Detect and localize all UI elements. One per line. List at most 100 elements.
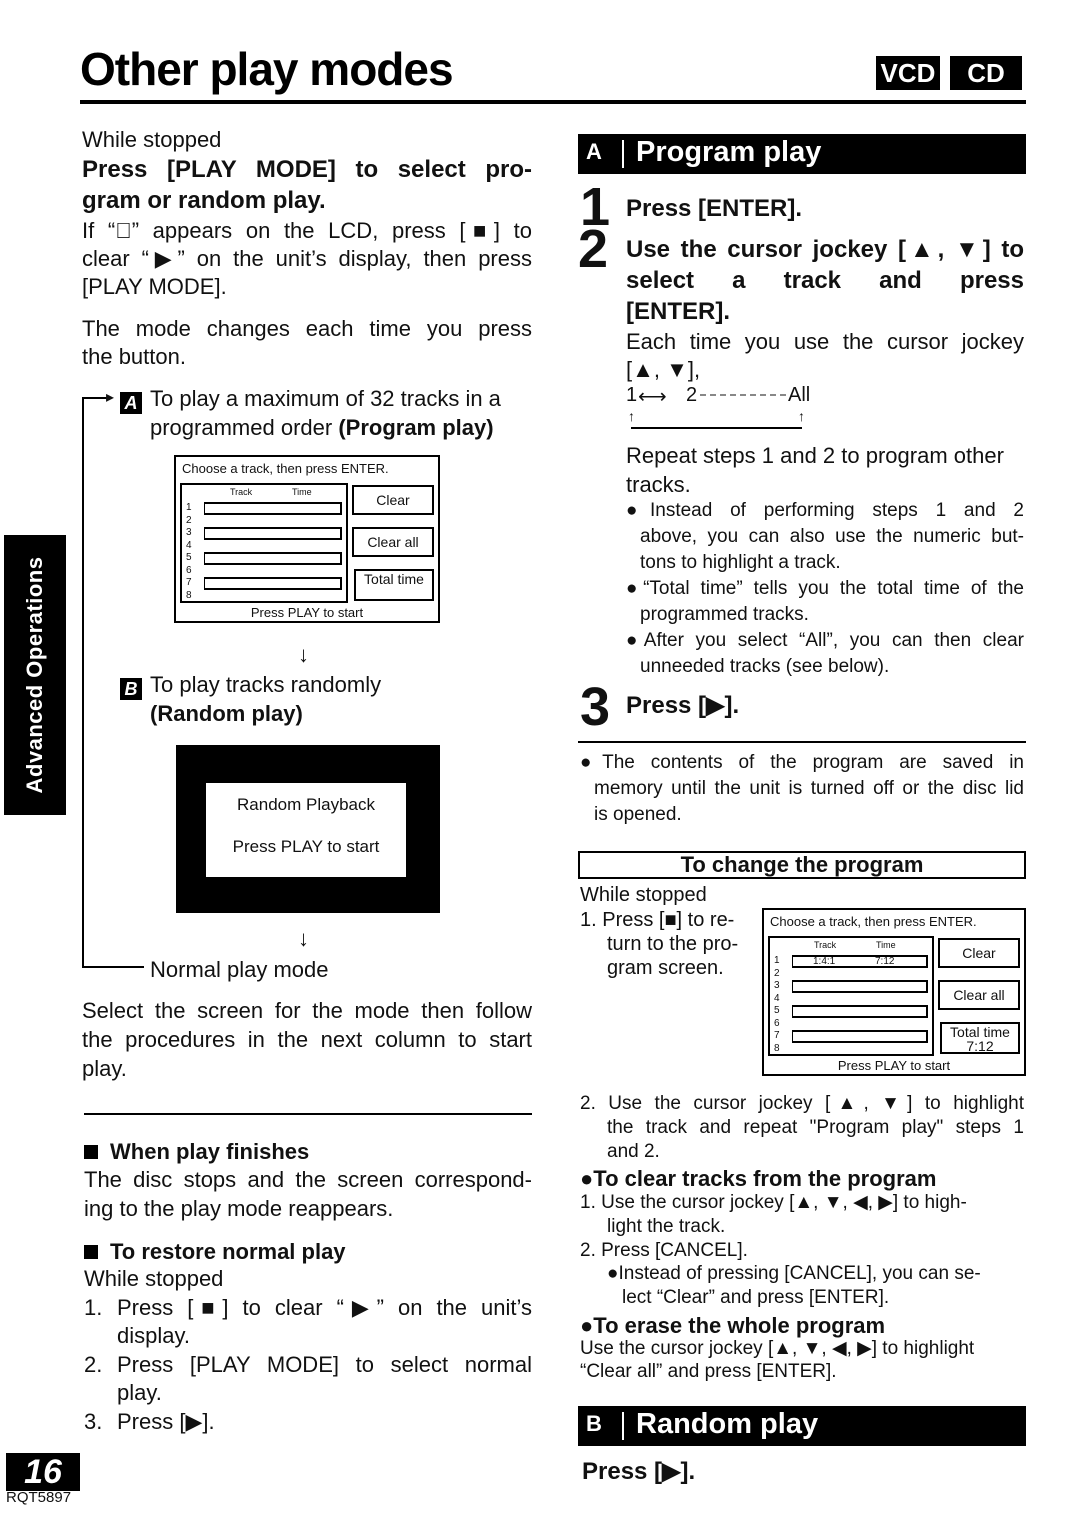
step-3-text: Press [▶].: [626, 692, 740, 719]
saved-line3: is opened.: [594, 804, 682, 825]
bullet-3-line1: ●After you select “All”, you can then cl…: [626, 630, 1024, 651]
change-step2-line1: 2. Use the cursor jockey [▲, ▼] to highl…: [580, 1093, 1024, 1114]
bullet-2-line1: ●“Total time” tells you the total time o…: [626, 578, 1024, 599]
program-track-list: Track Time 12345678: [180, 483, 348, 603]
erase-program-line2: “Clear all” and press [ENTER].: [580, 1361, 837, 1382]
arrow-down-1: ↓: [298, 642, 309, 667]
change-program-screen-diagram: Choose a track, then press ENTER. Track …: [762, 908, 1026, 1076]
track-slot[interactable]: [204, 552, 342, 565]
change-screen-header: Choose a track, then press ENTER.: [770, 914, 977, 929]
step-1-text: Press [ENTER].: [626, 195, 803, 222]
track-row-number: 5: [774, 1005, 780, 1016]
change-total-time-box: Total time 7:12: [940, 1022, 1020, 1054]
restore-step-3-num: 3.: [84, 1409, 103, 1434]
clear-button[interactable]: Clear: [352, 485, 434, 515]
option-b-line1: To play tracks randomly: [150, 672, 382, 697]
each-time-line1: Each time you use the cursor jockey: [626, 329, 1024, 354]
change-clear-all-button[interactable]: Clear all: [938, 980, 1020, 1010]
restore-step-2-line1: Press [PLAY MODE] to select normal: [117, 1352, 532, 1377]
random-screen-panel: Random Playback Press PLAY to start: [206, 783, 406, 877]
restore-step-3-line1: Press [▶].: [117, 1409, 215, 1434]
while-stopped-label: While stopped: [82, 127, 222, 152]
track-slot[interactable]: 1:4:1 7:12: [792, 955, 928, 968]
lcd-note-line1: If “⃠” appears on the LCD, press [■] to: [82, 218, 532, 243]
change-step1-line1: 1. Press [■] to re-: [580, 909, 735, 931]
track-slot[interactable]: [204, 502, 342, 515]
track-slot-track: 1:4:1: [813, 956, 836, 967]
program-play-header: A Program play: [578, 134, 1026, 174]
each-time-line2: [▲, ▼],: [626, 357, 701, 382]
step-2-number: 2: [578, 219, 609, 279]
bullet-1-line1: ●Instead of performing steps 1 and 2: [626, 500, 1024, 521]
section-divider-bar: [622, 1412, 624, 1440]
option-b: B To play tracks randomly: [120, 670, 381, 700]
restore-while-stopped: While stopped: [84, 1266, 224, 1291]
program-screen-header: Choose a track, then press ENTER.: [182, 461, 389, 476]
step-2-line2: select a track and press: [626, 267, 1024, 294]
restore-heading: To restore normal play: [84, 1236, 346, 1267]
cd-badge: CD: [950, 56, 1022, 90]
square-bullet-icon: [84, 1145, 98, 1159]
flow-bracket-bottom: [82, 966, 144, 968]
when-finishes-heading: When play finishes: [84, 1136, 309, 1167]
arrow-up-right-icon: ↑: [798, 408, 805, 424]
section-divider: [84, 1113, 532, 1115]
mode-changes-line1: The mode changes each time you press: [82, 316, 532, 341]
track-row-number: 5: [186, 552, 192, 563]
option-a-line2-bold: (Program play): [338, 415, 494, 440]
program-play-title: Program play: [636, 136, 822, 168]
random-play-header: B Random play: [578, 1406, 1026, 1446]
side-tab-label: Advanced Operations: [22, 556, 47, 794]
track-row-number: 1: [774, 955, 780, 966]
change-program-heading: To change the program: [578, 851, 1026, 879]
change-clear-button[interactable]: Clear: [938, 938, 1020, 968]
track-slot[interactable]: [792, 1005, 928, 1018]
restore-step-2-line2: play.: [117, 1380, 162, 1405]
key-a-icon: A: [120, 392, 142, 414]
when-finishes-heading-text: When play finishes: [110, 1139, 310, 1164]
step-2-line1: Use the cursor jockey [▲, ▼] to: [626, 236, 1024, 263]
clear-tracks-note-line1: ●Instead of pressing [CANCEL], you can s…: [607, 1263, 981, 1284]
bullet-3-line2: unneeded tracks (see below).: [640, 656, 890, 677]
clear-tracks-step1-line1: 1. Use the cursor jockey [▲, ▼, ◀, ▶] to…: [580, 1192, 967, 1213]
restore-step-1-line1: Press [■] to clear “▶” on the unit’s: [117, 1295, 532, 1320]
bullet-1-line2: above, you can also use the numeric but-: [640, 526, 1024, 547]
instruction-line1: Press [PLAY MODE] to select pro-: [82, 156, 532, 183]
cycle-item-2: 2: [686, 384, 698, 406]
random-press-play-label: Press PLAY to start: [232, 837, 380, 856]
track-slot[interactable]: [792, 1030, 928, 1043]
arrow-up-left-icon: ↑: [628, 408, 635, 424]
option-b-line2: (Random play): [150, 701, 303, 726]
random-play-title: Random play: [636, 1408, 819, 1440]
repeat-line1: Repeat steps 1 and 2 to program other: [626, 443, 1004, 468]
change-col-time: Time: [876, 940, 896, 950]
option-a-line2-plain: programmed order: [150, 415, 339, 440]
clear-all-button[interactable]: Clear all: [352, 527, 434, 557]
cycle-diagram: 1 ⟷ 2 All ↑ ↑: [626, 384, 826, 432]
double-arrow-icon: ⟷: [638, 386, 667, 408]
when-finishes-line1: The disc stops and the screen correspond…: [84, 1167, 532, 1192]
step-3-number: 3: [580, 677, 611, 737]
document-id: RQT5897: [6, 1489, 72, 1506]
track-slot-time: 7:12: [875, 956, 895, 967]
change-screen-footer: Press PLAY to start: [837, 1058, 951, 1073]
change-step1-line3: gram screen.: [607, 957, 724, 979]
cycle-return-line: [631, 427, 802, 429]
clear-tracks-step1-line2: light the track.: [607, 1216, 726, 1237]
track-row-number: 6: [774, 1017, 780, 1029]
square-bullet-icon: [84, 1245, 98, 1259]
lcd-note-line3: [PLAY MODE].: [82, 274, 227, 299]
saved-line2: memory until the unit is turned off or t…: [594, 778, 1024, 799]
track-slot[interactable]: [792, 980, 928, 993]
track-row-number: 7: [774, 1030, 780, 1041]
section-divider-bar: [622, 140, 624, 168]
track-slot[interactable]: [204, 577, 342, 590]
track-slot[interactable]: [204, 527, 342, 540]
restore-heading-text: To restore normal play: [110, 1239, 346, 1264]
page-title: Other play modes: [80, 43, 454, 95]
when-finishes-line2: ing to the play mode reappears.: [84, 1196, 394, 1221]
track-row-number: 2: [774, 967, 780, 979]
track-row-number: 8: [186, 589, 192, 601]
lcd-note-line2: clear “▶” on the unit’s display, then pr…: [82, 246, 532, 271]
change-step2-line2: the track and repeat "Program play" step…: [607, 1117, 1024, 1138]
